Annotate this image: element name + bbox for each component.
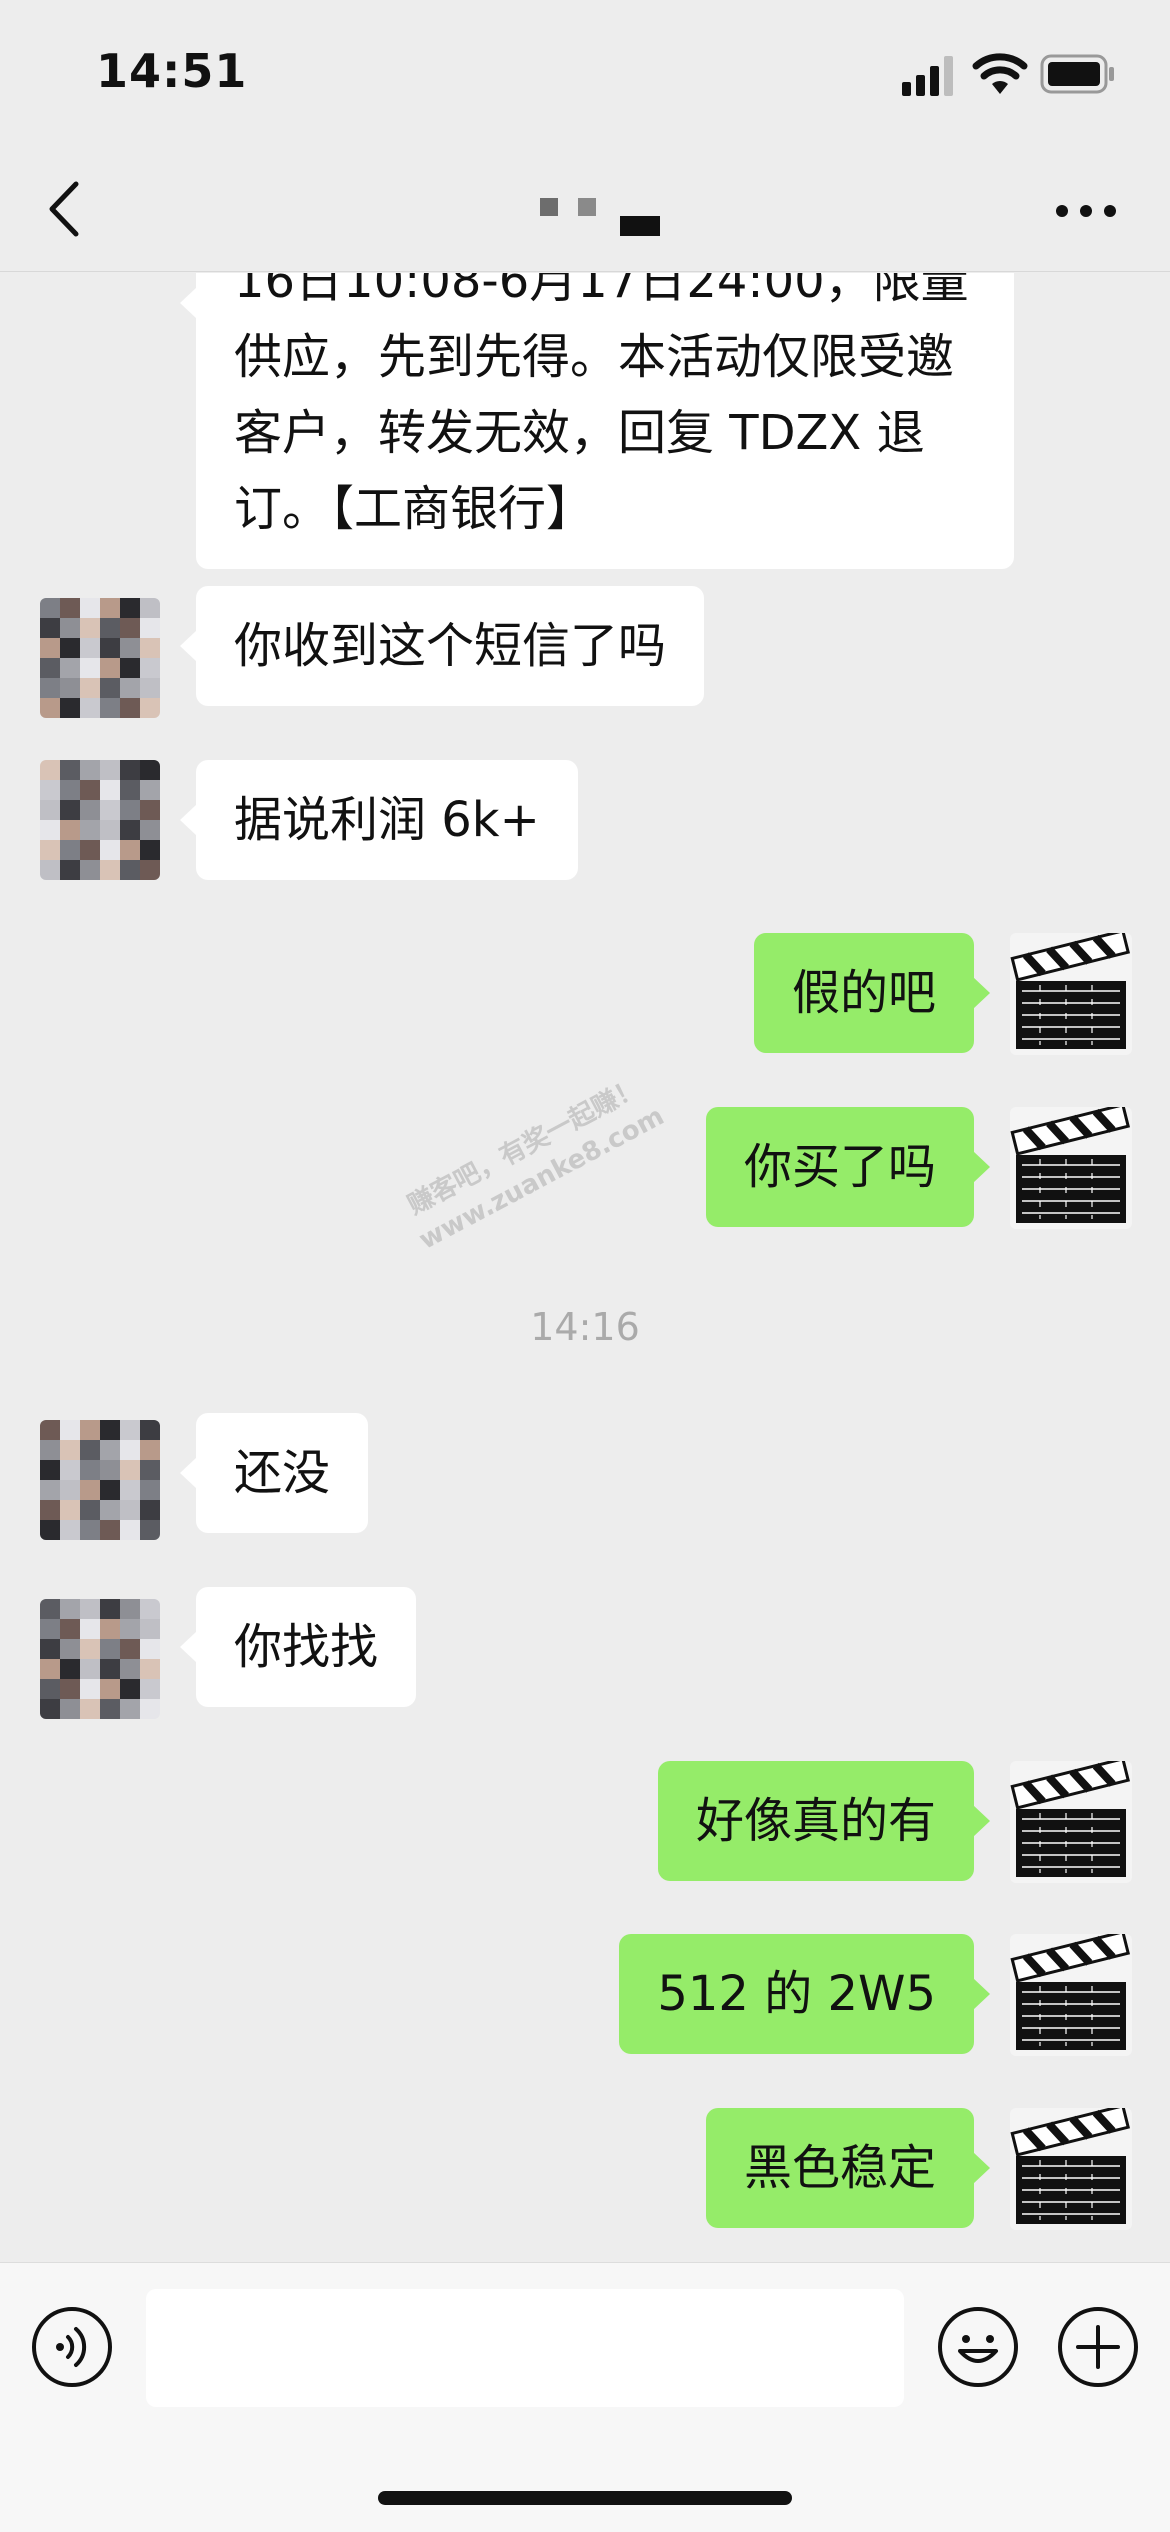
emoji-icon[interactable] [936,2305,1020,2389]
message-bubble-left[interactable]: 你收到这个短信了吗 [179,586,705,706]
wifi-icon [972,53,1028,94]
message-input[interactable] [146,2289,904,2407]
chat-title-redacted [540,198,660,238]
more-dots-icon[interactable] [1054,202,1118,220]
message-list[interactable]: 16日10:08-6月17日24:00，限量供应，先到先得。本活动仅限受邀客户，… [0,273,1170,2258]
contact-avatar[interactable] [40,598,160,718]
contact-avatar[interactable] [40,760,160,880]
cellular-signal-icon [902,56,953,96]
self-avatar[interactable] [1010,1761,1132,1883]
contact-avatar[interactable] [40,1599,160,1719]
home-indicator[interactable] [378,2491,792,2505]
battery-icon [1040,54,1114,94]
message-bubble-left[interactable]: 你找找 [179,1587,417,1707]
plus-icon[interactable] [1056,2305,1140,2389]
chat-screen: 14:51 16日10:08-6月17日24:00，限量供应，先到先得。本活动仅… [0,0,1170,2532]
chat-input-bar [0,2262,1170,2532]
self-avatar[interactable] [1010,1934,1132,2056]
contact-avatar[interactable] [40,1420,160,1540]
message-bubble-left[interactable]: 还没 [179,1413,369,1533]
chat-nav-bar [0,150,1170,272]
message-bubble-right[interactable]: 假的吧 [753,933,991,1053]
status-bar: 14:51 [0,0,1170,150]
message-bubble-right[interactable]: 512 的 2W5 [619,1934,990,2054]
message-bubble-left[interactable]: 据说利润 6k+ [180,760,578,880]
clapperboard-icon [1010,1761,1131,1877]
voice-icon[interactable] [30,2305,114,2389]
status-time: 14:51 [96,44,248,98]
clapperboard-icon [1010,2108,1131,2224]
chevron-left-icon[interactable] [44,178,84,240]
message-timestamp: 14:16 [530,1305,640,1349]
message-bubble-right[interactable]: 黑色稳定 [705,2108,991,2228]
self-avatar[interactable] [1010,1107,1132,1229]
clapperboard-icon [1010,933,1131,1049]
self-avatar[interactable] [1010,933,1132,1055]
clapperboard-icon [1010,1107,1131,1223]
self-avatar[interactable] [1010,2108,1132,2230]
clapperboard-icon [1010,1934,1131,2050]
message-bubble-right[interactable]: 好像真的有 [657,1761,991,1881]
message-bubble-right[interactable]: 你买了吗 [705,1107,991,1227]
message-bubble-left[interactable]: 16日10:08-6月17日24:00，限量供应，先到先得。本活动仅限受邀客户，… [180,273,1014,569]
